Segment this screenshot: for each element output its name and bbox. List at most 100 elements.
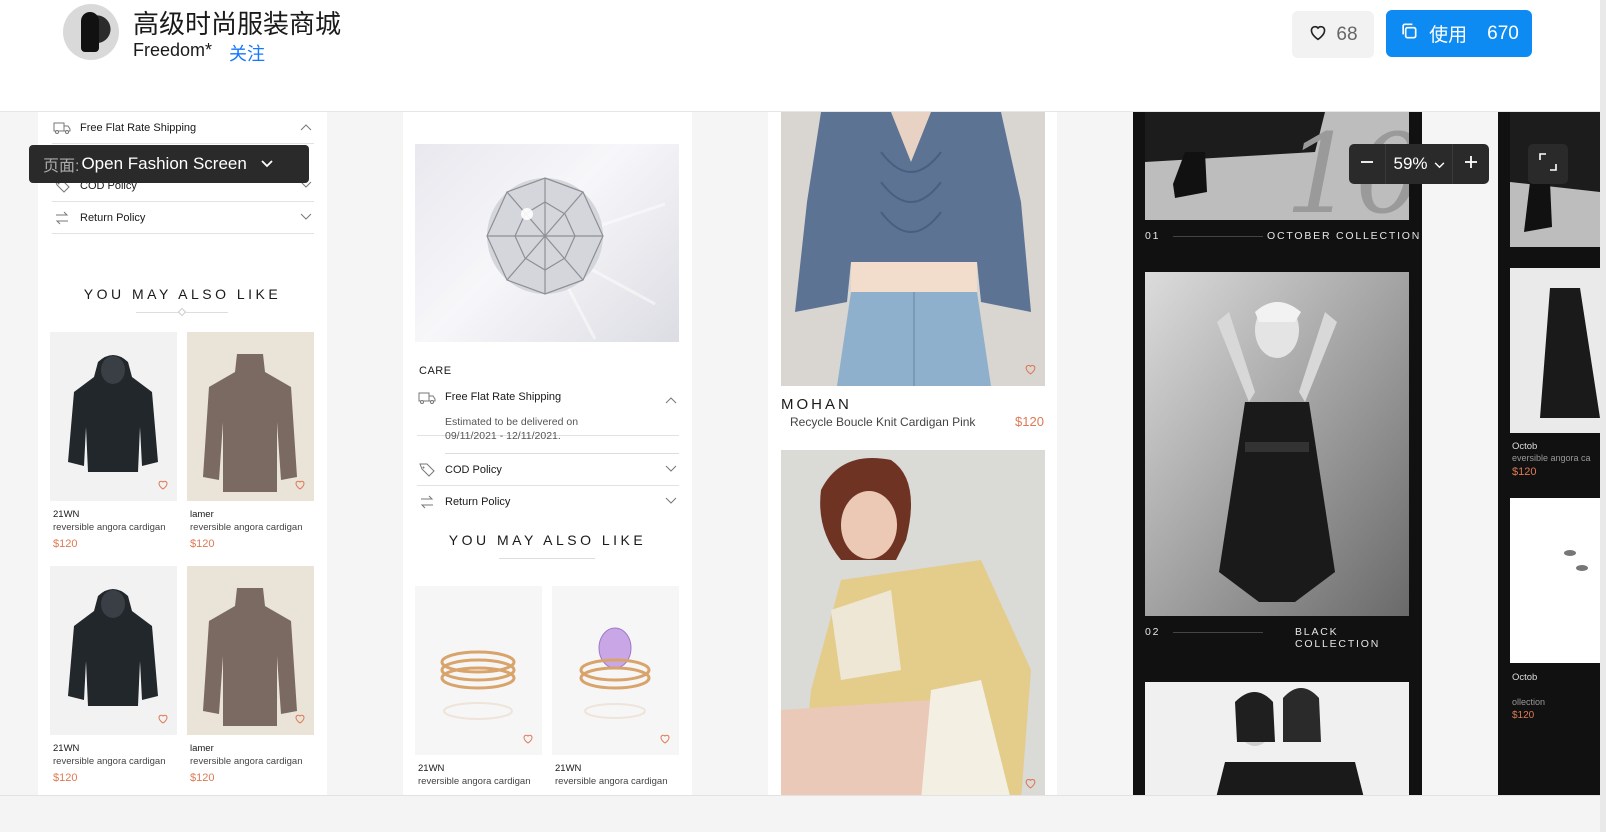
expand-icon <box>1539 152 1557 176</box>
use-count: 670 <box>1487 22 1519 44</box>
product-desc: reversible angora cardigan <box>190 522 303 533</box>
product-image <box>187 332 314 501</box>
copy-icon <box>1399 21 1419 47</box>
page-selector[interactable]: 页面: Open Fashion Screen <box>29 145 309 183</box>
heart-icon[interactable] <box>522 731 534 749</box>
care-label: CARE <box>419 365 452 377</box>
design-canvas[interactable]: Free Flat Rate Shipping COD Policy Retur… <box>0 112 1600 795</box>
collection-number: 02 <box>1145 626 1161 638</box>
product-card[interactable]: 21WN reversible angora cardigan $120 <box>50 332 177 550</box>
heart-icon[interactable] <box>659 731 671 749</box>
zoom-control: 59% <box>1349 144 1489 184</box>
product-card[interactable]: lamer reversible angora cardigan $120 <box>187 566 314 784</box>
chevron-down-icon <box>665 496 677 508</box>
heart-icon[interactable] <box>157 477 169 495</box>
like-button[interactable]: 68 <box>1292 11 1374 58</box>
accordion-return[interactable]: Return Policy <box>417 486 679 518</box>
product-desc: reversible angora cardigan <box>53 522 166 533</box>
zoom-out-button[interactable] <box>1349 144 1385 184</box>
truck-icon <box>52 121 72 135</box>
like-count: 68 <box>1336 23 1358 45</box>
product-image[interactable] <box>781 450 1045 795</box>
product-brand: 21WN <box>53 509 80 520</box>
avatar[interactable] <box>63 4 119 60</box>
zoom-level: 59% <box>1393 154 1428 173</box>
product-image <box>415 586 542 755</box>
product-price: $120 <box>1015 414 1044 429</box>
product-image <box>187 566 314 735</box>
follow-link[interactable]: 关注 <box>229 40 265 66</box>
product-price: $120 <box>1512 466 1537 478</box>
accordion-return[interactable]: Return Policy <box>52 202 314 234</box>
product-price: $120 <box>53 772 78 784</box>
product-image[interactable] <box>781 112 1045 386</box>
shipping-estimate-line1: Estimated to be delivered on <box>445 416 579 428</box>
app-header: 高级时尚服装商城 Freedom* 关注 68 使用 670 <box>0 0 1600 112</box>
use-button[interactable]: 使用 670 <box>1386 10 1532 57</box>
product-card[interactable]: 21WN reversible angora cardigan <box>552 586 679 787</box>
product-brand: lamer <box>190 743 214 754</box>
plus-icon <box>1464 155 1478 174</box>
heart-icon <box>1308 23 1328 47</box>
collection-sub: ollection <box>1512 697 1546 707</box>
product-desc: reversible angora cardigan <box>418 776 531 787</box>
screen-product-detail-2: CARE Free Flat Rate Shipping Estimated t… <box>403 112 692 795</box>
chevron-up-icon <box>300 122 312 134</box>
divider-ornament <box>177 307 187 317</box>
product-card[interactable]: 21WN reversible angora cardigan <box>415 586 542 787</box>
product-price: $120 <box>190 538 215 550</box>
page-title: 高级时尚服装商城 <box>133 9 342 39</box>
heart-icon[interactable] <box>157 711 169 729</box>
chevron-down-icon <box>300 212 312 224</box>
accordion-label: COD Policy <box>445 463 502 476</box>
collection-image[interactable] <box>1510 268 1600 433</box>
minus-icon <box>1360 155 1374 174</box>
collection-name[interactable]: OCTOBER COLLECTION <box>1267 230 1421 242</box>
fullscreen-button[interactable] <box>1528 144 1568 184</box>
use-label: 使用 <box>1429 25 1468 46</box>
accordion-shipping[interactable]: Free Flat Rate Shipping <box>52 112 314 144</box>
collection-image[interactable] <box>1145 682 1409 795</box>
author-name[interactable]: Freedom* <box>133 40 212 61</box>
product-brand: 21WN <box>53 743 80 754</box>
vertical-scrollbar[interactable] <box>1600 0 1606 832</box>
collection-number: 01 <box>1145 230 1161 242</box>
divider <box>1173 632 1263 633</box>
accordion-label: Free Flat Rate Shipping <box>80 121 197 134</box>
section-title: YOU MAY ALSO LIKE <box>83 286 282 302</box>
screen-product-list: MOHAN Recycle Boucle Knit Cardigan Pink … <box>768 112 1057 795</box>
product-price: $120 <box>53 538 78 550</box>
accordion-label: Free Flat Rate Shipping <box>445 391 562 403</box>
heart-icon[interactable] <box>294 711 306 729</box>
divider <box>499 558 595 559</box>
product-image <box>552 586 679 755</box>
accordion-cod[interactable]: COD Policy <box>417 454 679 486</box>
collection-name[interactable]: BLACK COLLECTION <box>1295 626 1422 650</box>
chevron-down-icon <box>1434 154 1445 174</box>
zoom-level-dropdown[interactable]: 59% <box>1385 144 1453 184</box>
tag-icon <box>417 463 437 477</box>
collection-image[interactable] <box>1510 498 1600 663</box>
chevron-down-icon <box>665 464 677 476</box>
screen-collections: 10 01 OCTOBER COLLECTION 02 BLACK COLLEC… <box>1133 112 1422 795</box>
product-hero-image <box>415 144 679 342</box>
section-title: YOU MAY ALSO LIKE <box>448 532 647 548</box>
product-card[interactable]: lamer reversible angora cardigan $120 <box>187 332 314 550</box>
accordion-label: Return Policy <box>80 211 146 224</box>
heart-icon[interactable] <box>294 477 306 495</box>
product-desc: reversible angora cardigan <box>53 756 166 767</box>
product-brand: 21WN <box>418 763 445 774</box>
collection-title: Octob <box>1512 441 1538 452</box>
return-icon <box>417 495 437 509</box>
heart-icon[interactable] <box>1024 362 1037 380</box>
product-card[interactable]: 21WN reversible angora cardigan $120 <box>50 566 177 784</box>
collection-image[interactable] <box>1145 272 1409 616</box>
screen-collection-grid: Octob eversible angora ca $120 Octob oll… <box>1498 112 1600 795</box>
heart-icon[interactable] <box>1024 776 1037 794</box>
shipping-estimate-line2: 09/11/2021 - 12/11/2021. <box>445 430 561 442</box>
product-desc: Recycle Boucle Knit Cardigan Pink <box>790 415 976 429</box>
collection-sub: eversible angora ca <box>1512 453 1591 463</box>
divider <box>1173 236 1263 237</box>
product-desc: reversible angora cardigan <box>555 776 668 787</box>
zoom-in-button[interactable] <box>1453 144 1489 184</box>
